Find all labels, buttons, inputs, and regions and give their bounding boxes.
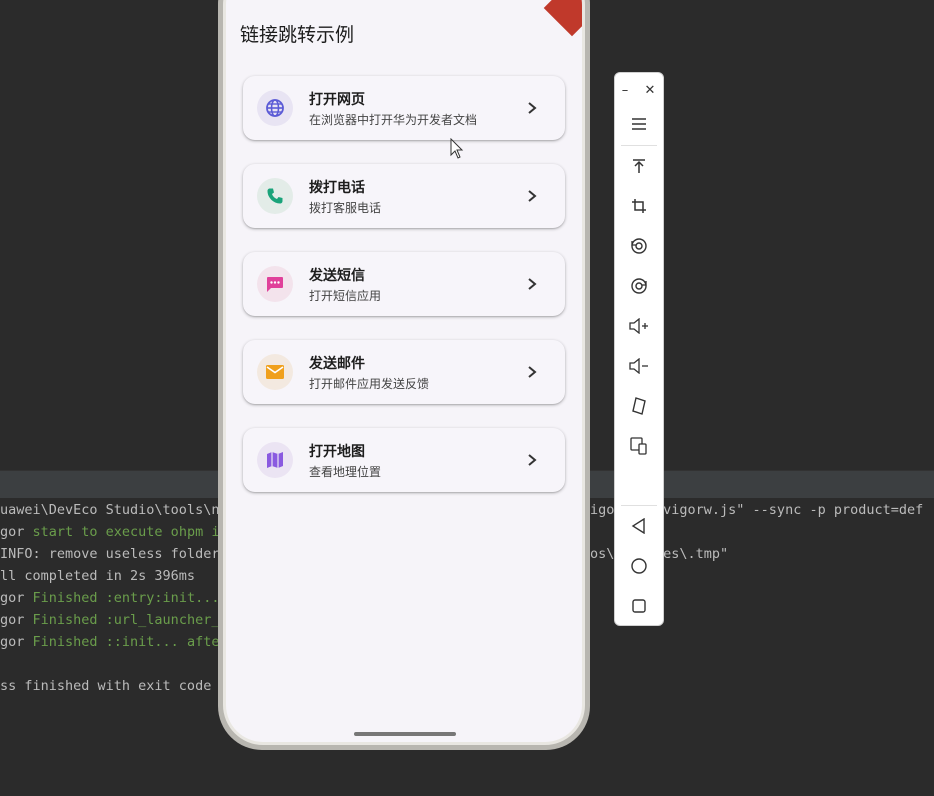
recents-icon[interactable] [615, 591, 663, 621]
chevron-right-icon [528, 190, 537, 202]
card-title: 发送邮件 [309, 356, 365, 372]
multi-device-icon[interactable] [615, 431, 663, 461]
chevron-right-icon [528, 366, 537, 378]
card-title: 拨打电话 [309, 180, 365, 196]
menu-icon[interactable] [615, 109, 663, 139]
chevron-right-icon [528, 102, 537, 114]
volume-up-icon[interactable] [615, 311, 663, 341]
home-icon[interactable] [615, 551, 663, 581]
console-line: ss finished with exit code [0, 678, 220, 694]
volume-down-icon[interactable] [615, 351, 663, 381]
mouse-cursor-icon [450, 138, 464, 159]
card-title: 打开网页 [309, 92, 365, 108]
rotate-right-icon[interactable] [615, 271, 663, 301]
console-line: gor start to execute ohpm in [0, 524, 228, 540]
debug-ribbon [543, 0, 582, 37]
card-subtitle: 拨打客服电话 [309, 201, 382, 215]
console-line: uawei\DevEco Studio\tools\n igor hvigorw.… [0, 502, 924, 518]
card-subtitle: 打开邮件应用发送反馈 [309, 377, 430, 391]
toolbar-divider [621, 505, 657, 506]
console-line: INFO: remove useless folder os\ ules\.tmp… [0, 546, 729, 562]
console-line: gor Finished ::init... after [0, 634, 228, 650]
card-subtitle: 在浏览器中打开华为开发者文档 [309, 113, 478, 127]
card-title: 打开地图 [309, 444, 365, 460]
back-icon[interactable] [615, 511, 663, 541]
message-icon [257, 266, 293, 302]
card-send-sms[interactable]: 发送短信 打开短信应用 [243, 252, 565, 316]
minimize-button[interactable]: – [613, 75, 637, 105]
mail-icon [257, 354, 293, 390]
toolbar-divider [621, 145, 657, 146]
card-title: 发送短信 [309, 268, 365, 284]
chevron-right-icon [528, 454, 537, 466]
page-title: 链接跳转示例 [240, 24, 355, 46]
card-open-map[interactable]: 打开地图 查看地理位置 [243, 428, 565, 492]
card-send-email[interactable]: 发送邮件 打开邮件应用发送反馈 [243, 340, 565, 404]
emulator-toolbar: – ✕ [614, 72, 664, 626]
chevron-right-icon [528, 278, 537, 290]
shake-icon[interactable] [615, 391, 663, 421]
phone-screen[interactable]: 链接跳转示例 打开网页 在浏览器中打开华为开发者文档 拨打电话 拨打客服电话 发… [226, 0, 582, 742]
rotate-left-icon[interactable] [615, 231, 663, 261]
phone-bezel: 链接跳转示例 打开网页 在浏览器中打开华为开发者文档 拨打电话 拨打客服电话 发… [223, 0, 585, 745]
home-indicator[interactable] [354, 732, 456, 736]
card-make-call[interactable]: 拨打电话 拨打客服电话 [243, 164, 565, 228]
crop-icon[interactable] [615, 191, 663, 221]
console-line: gor Finished :entry:init... [0, 590, 220, 606]
close-button[interactable]: ✕ [637, 75, 663, 105]
map-icon [257, 442, 293, 478]
globe-icon [257, 90, 293, 126]
card-open-webpage[interactable]: 打开网页 在浏览器中打开华为开发者文档 [243, 76, 565, 140]
console-line: gor Finished :url_launcher_o [0, 612, 228, 628]
console-line: ll completed in 2s 396ms [0, 568, 196, 584]
card-subtitle: 打开短信应用 [309, 289, 382, 303]
phone-frame: 链接跳转示例 打开网页 在浏览器中打开华为开发者文档 拨打电话 拨打客服电话 发… [218, 0, 590, 750]
pin-top-icon[interactable] [615, 151, 663, 181]
card-subtitle: 查看地理位置 [309, 465, 382, 479]
phone-icon [257, 178, 293, 214]
